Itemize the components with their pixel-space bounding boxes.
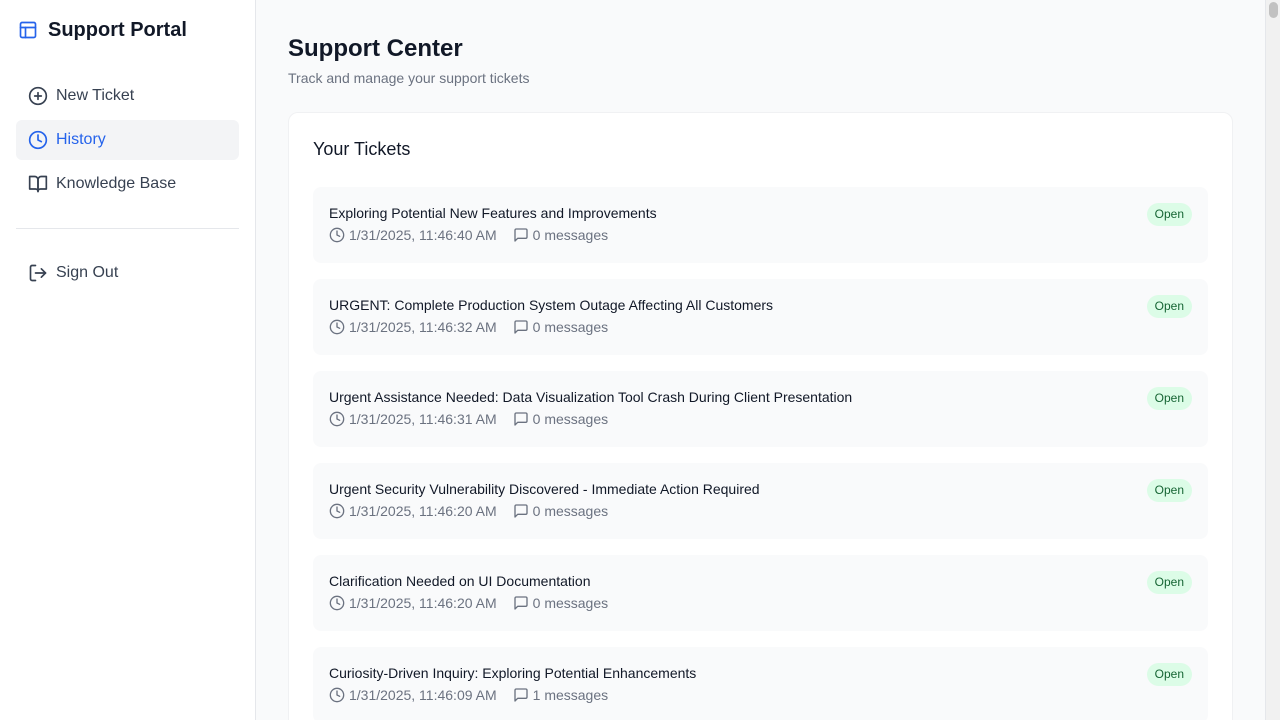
- clock-icon: [329, 411, 345, 427]
- ticket-messages: 0 messages: [513, 411, 608, 427]
- ticket-title: Urgent Security Vulnerability Discovered…: [329, 481, 760, 497]
- ticket-meta: 1/31/2025, 11:46:20 AM 0 messages: [329, 503, 1192, 519]
- log-out-icon: [28, 263, 48, 283]
- ticket-timestamp-text: 1/31/2025, 11:46:40 AM: [349, 227, 497, 243]
- clock-icon: [329, 319, 345, 335]
- clock-icon: [329, 595, 345, 611]
- ticket-title: URGENT: Complete Production System Outag…: [329, 297, 774, 313]
- ticket-messages: 0 messages: [513, 227, 608, 243]
- sidebar-item-label: History: [56, 131, 106, 148]
- layout-icon: [18, 20, 38, 40]
- ticket-meta: 1/31/2025, 11:46:20 AM 0 messages: [329, 595, 1192, 611]
- brand-title: Support Portal: [48, 18, 187, 41]
- page-scrollbar[interactable]: [1265, 0, 1280, 720]
- ticket-title: Exploring Potential New Features and Imp…: [329, 205, 657, 221]
- ticket-messages-text: 0 messages: [532, 595, 609, 611]
- ticket-row[interactable]: URGENT: Complete Production System Outag…: [313, 279, 1208, 355]
- ticket-timestamp: 1/31/2025, 11:46:31 AM: [329, 411, 497, 427]
- main-content: Support Center Track and manage your sup…: [256, 0, 1265, 720]
- message-square-icon: [513, 411, 529, 427]
- ticket-timestamp-text: 1/31/2025, 11:46:32 AM: [349, 319, 497, 335]
- sidebar: Support Portal New Ticket History Knowle…: [0, 0, 256, 720]
- page-subtitle: Track and manage your support tickets: [288, 70, 530, 86]
- message-square-icon: [513, 687, 529, 703]
- status-badge: Open: [1146, 479, 1192, 502]
- ticket-timestamp: 1/31/2025, 11:46:09 AM: [329, 687, 497, 703]
- nav-divider: [16, 228, 239, 229]
- ticket-timestamp: 1/31/2025, 11:46:20 AM: [329, 503, 497, 519]
- message-square-icon: [513, 503, 529, 519]
- ticket-timestamp-text: 1/31/2025, 11:46:31 AM: [349, 411, 497, 427]
- page-title: Support Center: [288, 35, 463, 62]
- clock-icon: [28, 130, 48, 150]
- ticket-messages: 0 messages: [513, 503, 608, 519]
- ticket-messages: 0 messages: [513, 595, 608, 611]
- ticket-timestamp: 1/31/2025, 11:46:20 AM: [329, 595, 497, 611]
- ticket-messages-text: 0 messages: [532, 227, 609, 243]
- ticket-row[interactable]: Clarification Needed on UI Documentation…: [313, 555, 1208, 631]
- ticket-title: Urgent Assistance Needed: Data Visualiza…: [329, 389, 853, 405]
- status-badge: Open: [1146, 663, 1192, 686]
- ticket-messages-text: 0 messages: [532, 319, 609, 335]
- sidebar-item-history[interactable]: History: [16, 120, 239, 160]
- ticket-timestamp-text: 1/31/2025, 11:46:20 AM: [349, 503, 497, 519]
- ticket-meta: 1/31/2025, 11:46:31 AM 0 messages: [329, 411, 1192, 427]
- sidebar-item-knowledge-base[interactable]: Knowledge Base: [16, 164, 239, 204]
- ticket-title: Curiosity-Driven Inquiry: Exploring Pote…: [329, 665, 697, 681]
- ticket-list: Exploring Potential New Features and Imp…: [313, 187, 1208, 720]
- ticket-title: Clarification Needed on UI Documentation: [329, 573, 591, 589]
- sidebar-item-label: Knowledge Base: [56, 175, 177, 192]
- book-open-icon: [28, 174, 48, 194]
- ticket-messages-text: 1 messages: [532, 687, 609, 703]
- ticket-messages: 1 messages: [513, 687, 608, 703]
- sidebar-item-label: New Ticket: [56, 87, 135, 104]
- plus-circle-icon: [28, 86, 48, 106]
- status-badge: Open: [1146, 571, 1192, 594]
- ticket-row[interactable]: Exploring Potential New Features and Imp…: [313, 187, 1208, 263]
- message-square-icon: [513, 595, 529, 611]
- scrollbar-thumb[interactable]: [1269, 2, 1278, 18]
- ticket-row[interactable]: Urgent Assistance Needed: Data Visualiza…: [313, 371, 1208, 447]
- ticket-meta: 1/31/2025, 11:46:32 AM 0 messages: [329, 319, 1192, 335]
- sign-out-label: Sign Out: [56, 264, 119, 281]
- status-badge: Open: [1146, 387, 1192, 410]
- brand[interactable]: Support Portal: [16, 0, 239, 60]
- sidebar-nav: New Ticket History Knowledge Base Sign O…: [16, 76, 239, 293]
- ticket-meta: 1/31/2025, 11:46:09 AM 1 messages: [329, 687, 1192, 703]
- ticket-timestamp: 1/31/2025, 11:46:32 AM: [329, 319, 497, 335]
- message-square-icon: [513, 319, 529, 335]
- clock-icon: [329, 227, 345, 243]
- message-square-icon: [513, 227, 529, 243]
- ticket-timestamp: 1/31/2025, 11:46:40 AM: [329, 227, 497, 243]
- ticket-meta: 1/31/2025, 11:46:40 AM 0 messages: [329, 227, 1192, 243]
- tickets-card-title: Your Tickets: [313, 139, 411, 159]
- sign-out-button[interactable]: Sign Out: [16, 253, 239, 293]
- clock-icon: [329, 687, 345, 703]
- ticket-row[interactable]: Urgent Security Vulnerability Discovered…: [313, 463, 1208, 539]
- ticket-row[interactable]: Curiosity-Driven Inquiry: Exploring Pote…: [313, 647, 1208, 720]
- status-badge: Open: [1146, 295, 1192, 318]
- ticket-timestamp-text: 1/31/2025, 11:46:09 AM: [349, 687, 497, 703]
- tickets-card: Your Tickets Exploring Potential New Fea…: [288, 112, 1233, 720]
- ticket-messages: 0 messages: [513, 319, 608, 335]
- status-badge: Open: [1146, 203, 1192, 226]
- ticket-messages-text: 0 messages: [532, 503, 609, 519]
- ticket-timestamp-text: 1/31/2025, 11:46:20 AM: [349, 595, 497, 611]
- sidebar-item-new-ticket[interactable]: New Ticket: [16, 76, 239, 116]
- clock-icon: [329, 503, 345, 519]
- ticket-messages-text: 0 messages: [532, 411, 609, 427]
